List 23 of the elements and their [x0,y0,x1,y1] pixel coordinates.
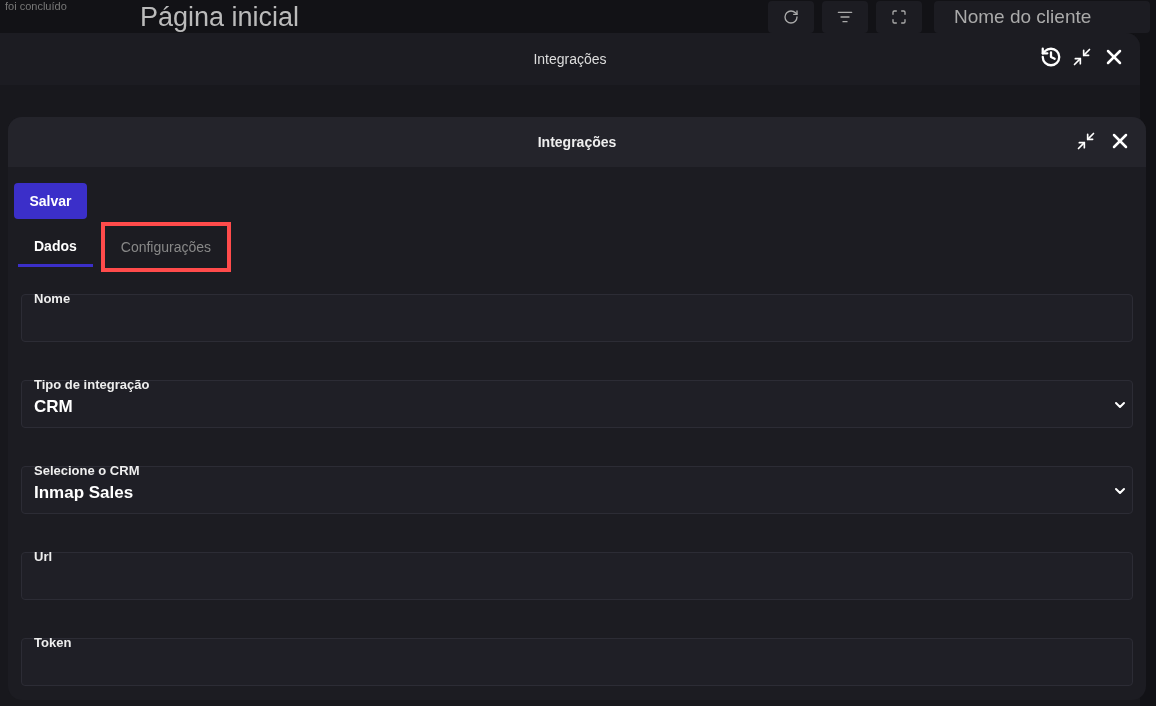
client-field[interactable]: Nome do cliente [934,0,1150,33]
input-field[interactable]: Nome [21,294,1133,342]
field-value: CRM [34,395,73,418]
field-value: Inmap Sales [34,481,134,504]
collapse-icon[interactable] [1076,131,1096,151]
refresh-icon [783,8,799,25]
filter-button[interactable] [822,0,868,33]
tab[interactable]: Dados [18,229,93,267]
tab[interactable]: Configurações [100,222,232,272]
dialog-title: Integrações [537,132,617,152]
fullscreen-button[interactable] [876,0,922,33]
select-field[interactable]: Selecione o CRM Inmap Sales [21,466,1133,514]
select-field[interactable]: Tipo de integração CRM [21,380,1133,428]
status-text: foi concluído [4,0,68,12]
input-field[interactable]: Url [21,552,1133,600]
fullscreen-icon [891,8,907,25]
page-title: Página inicial [140,0,300,33]
save-button[interactable]: Salvar [14,183,87,219]
refresh-button[interactable] [768,0,814,33]
history-icon[interactable] [1040,46,1062,68]
collapse-icon[interactable] [1072,47,1092,67]
input-field[interactable]: Token [21,638,1133,686]
dialog-title: Integrações [533,49,607,69]
